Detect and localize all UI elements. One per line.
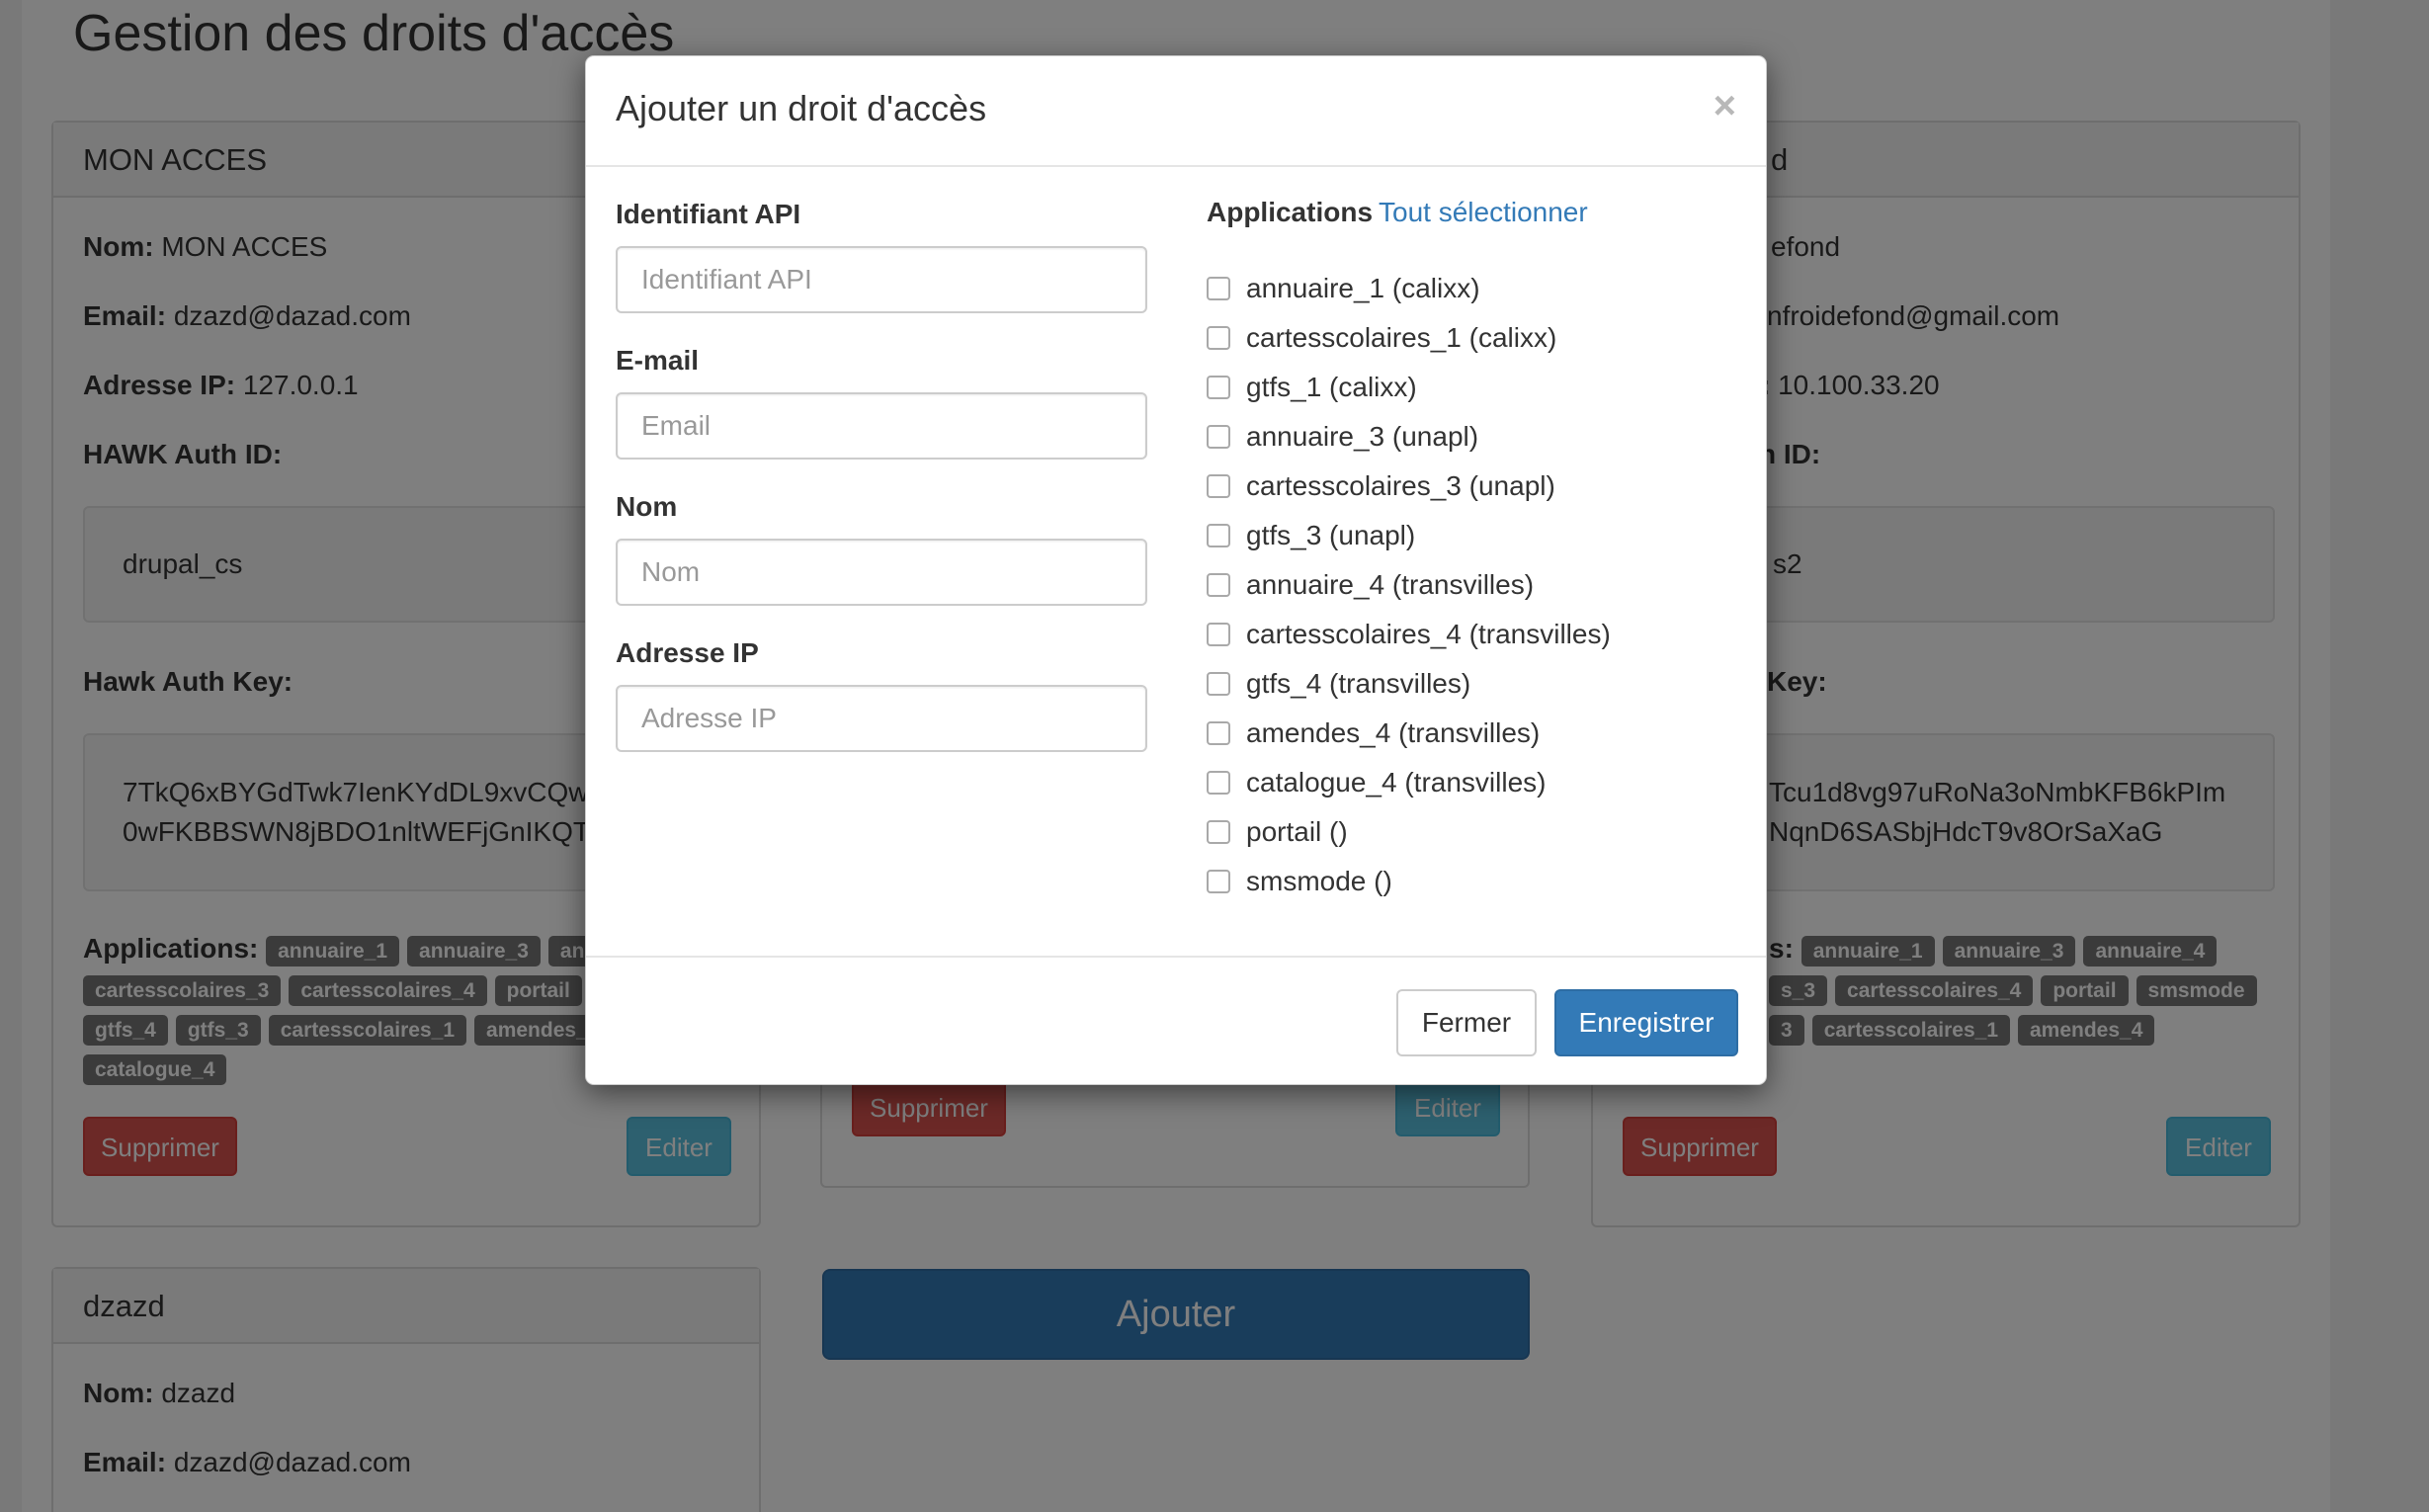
app-label: smsmode () — [1246, 866, 1392, 896]
app-checkbox-item[interactable]: amendes_4 (transvilles) — [1207, 709, 1720, 758]
close-button[interactable]: Fermer — [1396, 989, 1537, 1056]
checkbox[interactable] — [1207, 376, 1230, 399]
applications-title: Applications — [1207, 197, 1374, 227]
api-id-label: Identifiant API — [616, 199, 801, 229]
save-button[interactable]: Enregistrer — [1554, 989, 1738, 1056]
app-label: annuaire_1 (calixx) — [1246, 273, 1480, 303]
application-checkbox-list: annuaire_1 (calixx) cartesscolaires_1 (c… — [1207, 264, 1720, 906]
checkbox[interactable] — [1207, 870, 1230, 893]
checkbox[interactable] — [1207, 771, 1230, 795]
app-label: cartesscolaires_3 (unapl) — [1246, 470, 1555, 501]
close-icon[interactable]: × — [1714, 86, 1736, 126]
checkbox[interactable] — [1207, 820, 1230, 844]
app-checkbox-item[interactable]: gtfs_4 (transvilles) — [1207, 659, 1720, 709]
app-label: cartesscolaires_4 (transvilles) — [1246, 619, 1611, 649]
checkbox[interactable] — [1207, 672, 1230, 696]
nom-label: Nom — [616, 491, 678, 522]
checkbox[interactable] — [1207, 623, 1230, 646]
email-input[interactable] — [616, 392, 1147, 460]
email-label: E-mail — [616, 345, 700, 376]
app-checkbox-item[interactable]: gtfs_3 (unapl) — [1207, 511, 1720, 560]
ip-label: Adresse IP — [616, 637, 759, 668]
add-access-modal: Ajouter un droit d'accès × Identifiant A… — [585, 55, 1767, 1085]
api-id-input[interactable] — [616, 246, 1147, 313]
app-checkbox-item[interactable]: smsmode () — [1207, 857, 1720, 906]
app-label: amendes_4 (transvilles) — [1246, 717, 1541, 748]
modal-title: Ajouter un droit d'accès — [616, 88, 987, 128]
checkbox[interactable] — [1207, 721, 1230, 745]
nom-input[interactable] — [616, 539, 1147, 606]
app-checkbox-item[interactable]: annuaire_4 (transvilles) — [1207, 560, 1720, 610]
checkbox[interactable] — [1207, 326, 1230, 350]
checkbox[interactable] — [1207, 425, 1230, 449]
applications-header: Applications Tout sélectionner — [1207, 197, 1588, 228]
modal-header: Ajouter un droit d'accès × — [586, 56, 1766, 167]
app-label: portail () — [1246, 816, 1348, 847]
app-label: annuaire_4 (transvilles) — [1246, 569, 1535, 600]
app-checkbox-item[interactable]: annuaire_1 (calixx) — [1207, 264, 1720, 313]
checkbox[interactable] — [1207, 474, 1230, 498]
app-label: gtfs_3 (unapl) — [1246, 520, 1416, 550]
app-checkbox-item[interactable]: gtfs_1 (calixx) — [1207, 363, 1720, 412]
app-label: gtfs_4 (transvilles) — [1246, 668, 1471, 699]
checkbox[interactable] — [1207, 524, 1230, 547]
app-checkbox-item[interactable]: cartesscolaires_4 (transvilles) — [1207, 610, 1720, 659]
ip-input[interactable] — [616, 685, 1147, 752]
app-checkbox-item[interactable]: cartesscolaires_1 (calixx) — [1207, 313, 1720, 363]
select-all-link[interactable]: Tout sélectionner — [1379, 197, 1588, 227]
app-checkbox-item[interactable]: cartesscolaires_3 (unapl) — [1207, 462, 1720, 511]
modal-footer-divider — [586, 956, 1766, 958]
checkbox[interactable] — [1207, 573, 1230, 597]
app-checkbox-item[interactable]: portail () — [1207, 807, 1720, 857]
app-label: gtfs_1 (calixx) — [1246, 372, 1417, 402]
app-checkbox-item[interactable]: catalogue_4 (transvilles) — [1207, 758, 1720, 807]
app-checkbox-item[interactable]: annuaire_3 (unapl) — [1207, 412, 1720, 462]
app-label: catalogue_4 (transvilles) — [1246, 767, 1547, 798]
app-label: annuaire_3 (unapl) — [1246, 421, 1479, 452]
app-label: cartesscolaires_1 (calixx) — [1246, 322, 1557, 353]
checkbox[interactable] — [1207, 277, 1230, 300]
